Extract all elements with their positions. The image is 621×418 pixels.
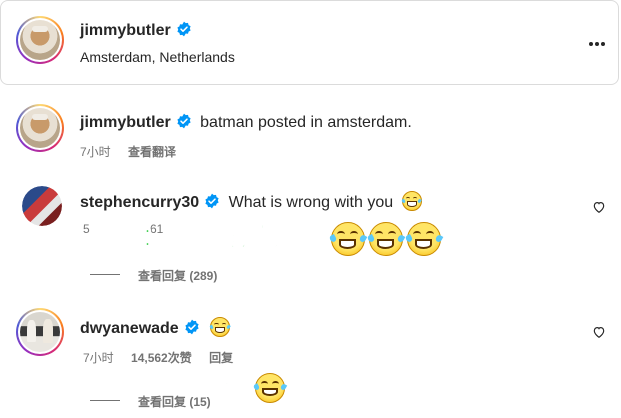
like-heart-icon[interactable]	[592, 200, 606, 214]
post-header	[0, 0, 619, 85]
caption-time[interactable]: 7小时	[80, 145, 111, 159]
comment-avatar[interactable]	[16, 308, 64, 356]
view-replies-button[interactable]: 查看回复 (15)	[138, 393, 211, 410]
verified-badge-icon	[177, 113, 191, 129]
comment-body: What is wrong with you	[228, 194, 394, 211]
verified-badge-icon	[205, 193, 219, 209]
comment-text: stephencurry30 What is wrong with you	[80, 191, 423, 212]
caption-text: jimmybutler batman posted in amsterdam.	[80, 113, 412, 132]
laughing-emoji-icon	[400, 191, 423, 211]
comment-likes[interactable]: 14,562次赞	[131, 351, 192, 365]
caption-meta: 7小时 查看翻译	[80, 143, 176, 160]
laughing-emoji-icon	[253, 372, 287, 403]
verified-badge-icon	[177, 21, 191, 37]
more-options-icon[interactable]	[588, 36, 612, 52]
laughing-emoji-icon	[366, 221, 405, 256]
caption-username[interactable]: jimmybutler	[80, 114, 171, 131]
reply-button[interactable]: 回复	[209, 351, 233, 365]
translate-link[interactable]: 查看翻译	[128, 145, 176, 159]
comment-time[interactable]: 7小时	[83, 351, 114, 365]
comment-avatar[interactable]	[22, 186, 62, 226]
comment-meta: 7小时 14,562次赞 回复	[83, 349, 233, 366]
avatar[interactable]	[16, 16, 64, 64]
replies-divider	[90, 274, 120, 275]
laughing-emoji-icon	[328, 221, 367, 256]
post-author-username[interactable]: jimmybutler	[80, 21, 192, 40]
laughing-emoji-icon	[404, 221, 443, 256]
post-location[interactable]: Amsterdam, Netherlands	[80, 49, 235, 65]
comment-username[interactable]: stephencurry30	[80, 194, 199, 211]
avatar-image	[20, 20, 60, 60]
overlay-caption: 库里：你啥毛病这是	[87, 217, 443, 256]
verified-badge-icon	[185, 319, 199, 335]
like-heart-icon[interactable]	[592, 325, 606, 339]
comment-username[interactable]: dwyanewade	[80, 320, 179, 337]
replies-divider	[90, 400, 120, 401]
laughing-emoji-icon	[209, 317, 232, 337]
view-replies-button[interactable]: 查看回复 (289)	[138, 267, 217, 284]
caption-body: batman posted in amsterdam.	[200, 114, 412, 131]
avatar-image	[20, 312, 60, 352]
avatar-image	[20, 108, 60, 148]
comment-text: dwyanewade	[80, 317, 232, 338]
caption-avatar[interactable]	[16, 104, 64, 152]
avatar-image	[22, 186, 62, 226]
